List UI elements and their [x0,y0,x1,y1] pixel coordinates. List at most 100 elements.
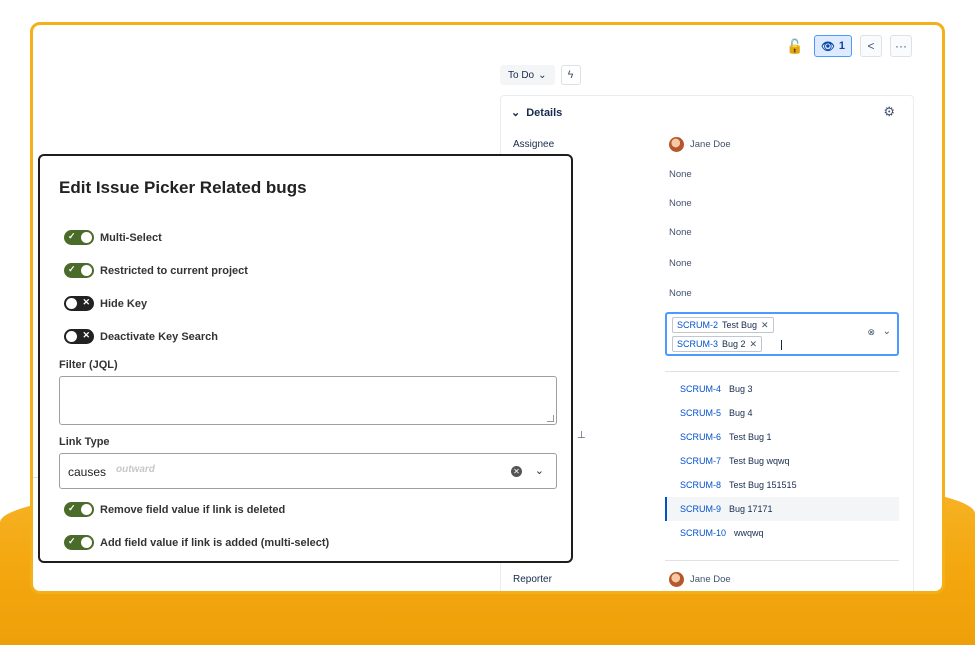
toggle-add-on-link[interactable]: ✓ Add field value if link is added (mult… [64,535,329,550]
list-item-highlighted[interactable]: SCRUM-9 Bug 17171 [665,497,899,521]
toggle-switch[interactable]: ✕ [64,296,94,311]
list-item[interactable]: SCRUM-6 Test Bug 1 [665,425,899,449]
status-label: To Do [508,69,535,81]
filter-label: Filter (JQL) [59,359,118,371]
option-key: SCRUM-4 [680,384,722,394]
field-value[interactable]: None [669,198,692,209]
reporter-name: Jane Doe [690,574,731,585]
check-icon: ✓ [68,536,76,546]
toggle-knob [81,504,92,515]
avatar [669,572,684,587]
toggle-knob [66,298,77,309]
field-value[interactable]: None [669,227,692,238]
details-header[interactable]: ⌄ Details [511,106,563,120]
option-key: SCRUM-6 [680,432,722,442]
link-type-select[interactable]: causes outward ✕ ⌄ [59,453,557,489]
list-item[interactable]: SCRUM-5 Bug 4 [665,401,899,425]
field-value[interactable]: None [669,288,692,299]
chip-summary: Bug 2 [722,339,746,349]
option-key: SCRUM-9 [680,504,722,514]
close-icon: ✕ [82,297,90,307]
toggle-deactivate-key-search[interactable]: ✕ Deactivate Key Search [64,329,218,344]
close-icon[interactable]: ✕ [761,320,769,331]
list-item[interactable]: SCRUM-4 Bug 3 [665,377,899,401]
toggle-multi-select[interactable]: ✓ Multi-Select [64,230,162,245]
option-key: SCRUM-7 [680,456,722,466]
toggle-knob [81,537,92,548]
close-icon[interactable]: ✕ [750,339,758,350]
option-summary: wwqwq [734,528,764,538]
toggle-label: Deactivate Key Search [100,330,219,343]
toggle-switch[interactable]: ✓ [64,230,94,245]
assignee-value[interactable]: Jane Doe [669,137,731,152]
toggle-label: Restricted to current project [100,264,248,277]
toggle-restricted[interactable]: ✓ Restricted to current project [64,263,248,278]
eye-icon: 👁 [820,40,835,53]
toggle-knob [66,331,77,342]
list-item[interactable]: SCRUM-10 wwqwq [665,521,899,545]
option-key: SCRUM-10 [680,528,727,538]
share-icon[interactable]: < [860,35,882,57]
edit-issue-picker-dialog: Edit Issue Picker Related bugs ✓ Multi-S… [38,154,573,563]
watch-count: 1 [838,40,845,52]
option-summary: Bug 4 [729,408,753,418]
unlock-icon[interactable]: 🔓 [784,35,806,57]
chevron-down-icon[interactable]: ⌄ [883,326,891,337]
pin-icon[interactable]: ⊥ [577,430,586,441]
text-cursor [781,340,782,350]
chevron-down-icon[interactable]: ⌄ [535,464,544,477]
option-key: SCRUM-8 [680,480,722,490]
lightning-icon[interactable]: ϟ [560,65,581,85]
toggle-knob [81,232,92,243]
check-icon: ✓ [68,503,76,513]
reporter-label: Reporter [513,574,552,585]
option-summary: Test Bug wqwq [729,456,790,466]
gear-icon[interactable]: ⚙ [883,104,895,120]
toggle-switch[interactable]: ✓ [64,263,94,278]
toggle-remove-on-delete[interactable]: ✓ Remove field value if link is deleted [64,502,285,517]
issue-picker-input[interactable]: SCRUM-2 Test Bug ✕ SCRUM-3 Bug 2 ✕ ⊗ ⌄ [665,312,899,356]
chip-key: SCRUM-3 [677,339,719,349]
list-item[interactable]: SCRUM-7 Test Bug wqwq [665,449,899,473]
close-icon: ✕ [82,330,90,340]
toggle-label: Multi-Select [100,231,162,244]
avatar [669,137,684,152]
toggle-knob [81,265,92,276]
selected-issue-chip[interactable]: SCRUM-3 Bug 2 ✕ [672,336,763,352]
list-item[interactable]: SCRUM-8 Test Bug 151515 [665,473,899,497]
option-summary: Test Bug 151515 [729,480,797,490]
filter-jql-textarea[interactable] [59,376,557,425]
status-dropdown[interactable]: To Do ⌄ [500,65,555,85]
status-row: To Do ⌄ ϟ [500,65,581,85]
field-value[interactable]: None [669,169,692,180]
chevron-down-icon: ⌄ [511,107,521,119]
watch-button[interactable]: 👁 1 [813,35,852,57]
check-icon: ✓ [68,264,76,274]
details-title: Details [526,106,563,119]
link-type-label: Link Type [59,436,110,448]
assignee-label: Assignee [513,139,555,150]
option-summary: Bug 17171 [729,504,773,514]
link-type-hint: outward [116,464,155,475]
option-summary: Bug 3 [729,384,753,394]
selected-issue-chip[interactable]: SCRUM-2 Test Bug ✕ [672,317,774,333]
option-summary: Test Bug 1 [729,432,772,442]
check-icon: ✓ [68,231,76,241]
toggle-switch[interactable]: ✓ [64,502,94,517]
assignee-name: Jane Doe [690,139,731,150]
clear-icon[interactable]: ✕ [511,466,522,477]
issue-options-list: SCRUM-4 Bug 3 SCRUM-5 Bug 4 SCRUM-6 Test Bu… [665,371,899,561]
toggle-label: Remove field value if link is deleted [100,503,286,516]
chevron-down-icon: ⌄ [538,69,547,81]
clear-icon[interactable]: ⊗ [867,327,875,338]
more-actions-button[interactable]: ··· [890,35,912,57]
toggle-switch[interactable]: ✓ [64,535,94,550]
chip-key: SCRUM-2 [677,320,719,330]
issue-actions: 🔓 👁 1 < ··· [784,35,912,57]
field-value[interactable]: None [669,258,692,269]
toggle-switch[interactable]: ✕ [64,329,94,344]
chip-summary: Test Bug [722,320,758,330]
toggle-hide-key[interactable]: ✕ Hide Key [64,296,147,311]
option-key: SCRUM-5 [680,408,722,418]
reporter-value[interactable]: Jane Doe [669,572,731,587]
